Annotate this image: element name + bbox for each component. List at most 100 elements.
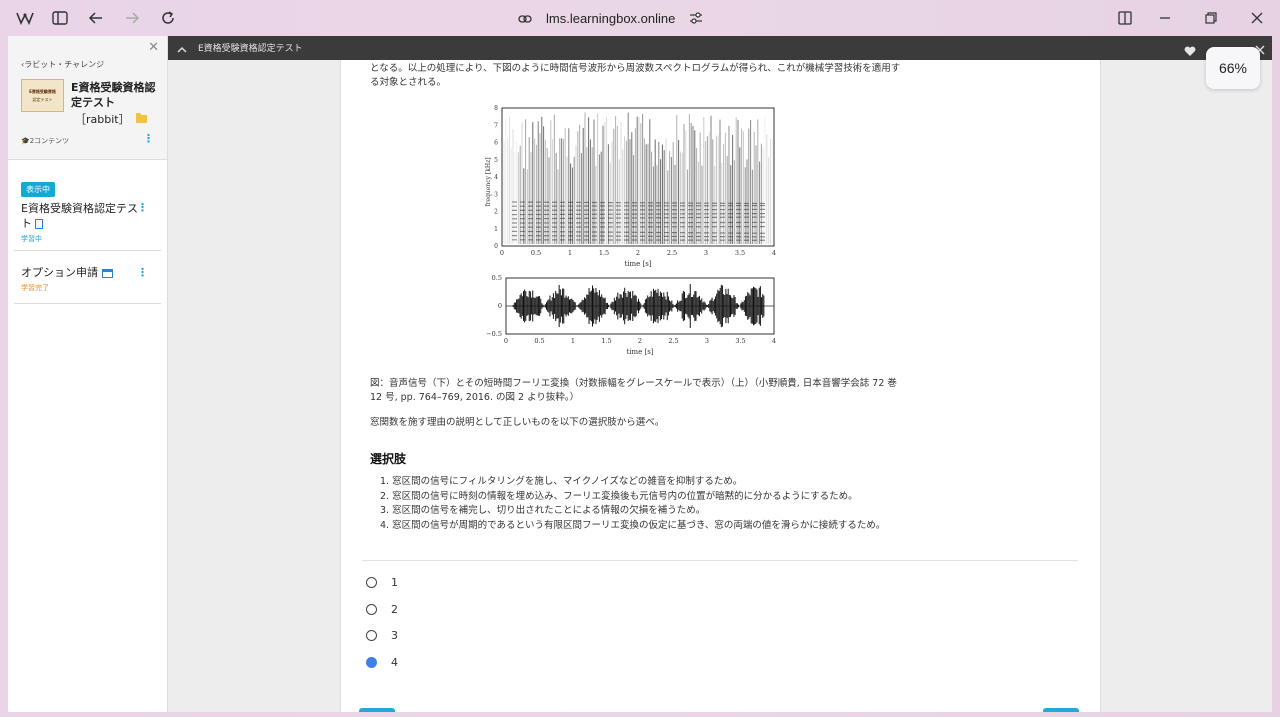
content-header-title: E資格受験資格認定テスト — [198, 44, 303, 54]
divider — [362, 560, 1078, 561]
xtick-label: 3 — [705, 337, 709, 345]
figure-caption: 図：音声信号（下）とその短時間フーリエ変換（対数振幅をグレースケールで表示）（上… — [370, 378, 897, 403]
radio-button-selected[interactable] — [366, 657, 377, 668]
close-window-icon[interactable] — [1248, 9, 1266, 27]
xtick-label: 0 — [500, 249, 504, 257]
course-title: E資格受験資格認定テスト — [71, 81, 156, 109]
xtick-label: 2.5 — [667, 249, 677, 257]
item-menu-icon[interactable]: ⋮ — [137, 267, 148, 278]
choice-item: 4. 窓区間の信号が周期的であるという有限区間フーリエ変換の仮定に基づき、窓の両… — [380, 519, 886, 531]
ytick-label: 7 — [494, 122, 498, 129]
ytick-label: 3 — [494, 191, 498, 198]
spectrogram-xlabel: time [s] — [624, 260, 651, 268]
xtick-label: 1.5 — [599, 249, 609, 257]
xtick-label: 3.5 — [735, 249, 745, 257]
xtick-label: 3.5 — [735, 337, 745, 345]
sidebar-item-test[interactable]: 表示中 E資格受験資格認定テスト 学習中 ⋮ — [14, 160, 161, 251]
waveform-yticks: 0.5 0 −0.5 — [486, 274, 502, 338]
xtick-label: 1 — [571, 337, 575, 345]
content-count: 🎓2コンテンツ — [21, 137, 70, 145]
choices-list: 1. 窓区間の信号にフィルタリングを施し、マイクノイズなどの雑音を抑制するため。… — [380, 475, 885, 533]
graduation-cap-icon: 🎓 — [21, 137, 30, 145]
ytick-label: 0.5 — [492, 274, 502, 282]
browser-window: ✕ ‹ラビット・チャレンジ E資格受験資格 認定テスト E資格受験資格認定テスト… — [8, 36, 1272, 712]
course-sidebar: ✕ ‹ラビット・チャレンジ E資格受験資格 認定テスト E資格受験資格認定テスト… — [8, 36, 168, 712]
spectrogram-frame — [501, 107, 775, 247]
ytick-label: 2 — [494, 209, 498, 216]
radio-button[interactable] — [366, 577, 377, 588]
prev-button[interactable] — [359, 708, 395, 712]
answer-option-2[interactable]: 2 — [366, 603, 398, 616]
course-menu-icon[interactable]: ⋮ — [143, 133, 154, 144]
question-text: 窓関数を施す理由の説明として正しいものを以下の選択肢から選べ。 — [370, 417, 665, 428]
document-icon — [35, 219, 43, 229]
browser-toolbar: lms.learningbox.online — [0, 0, 1280, 36]
xtick-label: 4 — [772, 337, 776, 345]
content-header-bar: E資格受験資格認定テスト — [168, 36, 1272, 60]
split-view-icon[interactable] — [1116, 9, 1134, 27]
favorite-heart-icon[interactable] — [1184, 42, 1196, 61]
course-subtitle: ［rabbit］ — [75, 111, 147, 127]
choices-heading: 選択肢 — [370, 452, 407, 466]
answer-option-4[interactable]: 4 — [366, 656, 398, 669]
window-icon — [102, 268, 113, 278]
xtick-label: 1 — [568, 249, 572, 257]
restore-icon[interactable] — [1202, 9, 1220, 27]
course-thumbnail: E資格受験資格 認定テスト — [21, 79, 64, 112]
close-sidebar-icon[interactable]: ✕ — [148, 40, 159, 55]
reload-icon[interactable] — [159, 9, 177, 27]
next-button[interactable] — [1043, 708, 1079, 712]
choice-item: 2. 窓区間の信号に時刻の情報を埋め込み、フーリエ変換後も元信号内の位置が暗黙的… — [380, 490, 858, 502]
xtick-label: 3 — [704, 249, 708, 257]
ytick-label: 0 — [498, 302, 502, 310]
minimize-icon[interactable] — [1156, 9, 1174, 27]
waveform-xticks: 0 0.5 1 1.5 2 2.5 3 3.5 4 — [504, 337, 776, 345]
back-link[interactable]: ‹ラビット・チャレンジ — [21, 59, 104, 70]
browser-logo-icon[interactable] — [16, 9, 34, 27]
url-text[interactable]: lms.learningbox.online — [546, 11, 675, 26]
xtick-label: 2 — [638, 337, 642, 345]
xtick-label: 0.5 — [531, 249, 541, 257]
back-arrow-icon[interactable] — [87, 9, 105, 27]
ytick-label: 6 — [494, 140, 498, 147]
choice-item: 1. 窓区間の信号にフィルタリングを施し、マイクノイズなどの雑音を抑制するため。 — [380, 476, 743, 487]
link-icon — [518, 9, 532, 28]
sidebar-item-label[interactable]: オプション申請 — [21, 266, 98, 279]
xtick-label: 2.5 — [668, 337, 678, 345]
spectrogram-ylabel: frequency [kHz] — [485, 157, 492, 206]
collapse-chevron-icon[interactable] — [176, 41, 188, 60]
spectrogram-figure: frequency [kHz] 8 7 6 5 4 3 2 1 0 0 0.5 1 1.5 2 2.5 3 3… — [485, 105, 776, 356]
current-badge: 表示中 — [21, 182, 55, 197]
folder-icon — [135, 113, 147, 123]
ytick-label: 8 — [494, 105, 498, 112]
radio-button[interactable] — [366, 604, 377, 615]
address-bar[interactable]: lms.learningbox.online — [518, 8, 703, 28]
course-header: ✕ ‹ラビット・チャレンジ E資格受験資格 認定テスト E資格受験資格認定テスト… — [8, 36, 167, 160]
ytick-label: −0.5 — [486, 330, 502, 338]
spectrogram-yticks: 8 7 6 5 4 3 2 1 0 — [494, 105, 498, 250]
choice-item: 3. 窓区間の信号を補完し、切り出されたことによる情報の欠損を補うため。 — [380, 505, 706, 516]
ytick-label: 4 — [494, 174, 498, 181]
status-label: 学習完了 — [21, 284, 49, 292]
site-settings-icon[interactable] — [689, 9, 703, 28]
status-label: 学習中 — [21, 235, 42, 243]
intro-text: となる。以上の処理により、下図のように時間信号波形から周波数スペクトログラムが得… — [370, 63, 901, 88]
sidebar-toggle-icon[interactable] — [51, 9, 69, 27]
zoom-level-indicator: 66% — [1206, 47, 1260, 89]
xtick-label: 0.5 — [534, 337, 544, 345]
radio-button[interactable] — [366, 630, 377, 641]
spectrogram-xticks: 0 0.5 1 1.5 2 2.5 3 3.5 4 — [500, 249, 776, 257]
sidebar-item-option[interactable]: オプション申請 学習完了 ⋮ — [14, 251, 161, 304]
ytick-label: 0 — [494, 243, 498, 250]
xtick-label: 4 — [772, 249, 776, 257]
answer-option-3[interactable]: 3 — [366, 629, 398, 642]
forward-arrow-icon[interactable] — [123, 9, 141, 27]
xtick-label: 2 — [636, 249, 640, 257]
xtick-label: 1.5 — [601, 337, 611, 345]
item-menu-icon[interactable]: ⋮ — [137, 202, 148, 213]
ytick-label: 5 — [494, 157, 498, 164]
waveform-xlabel: time [s] — [626, 348, 653, 356]
ytick-label: 1 — [494, 226, 498, 233]
answer-option-1[interactable]: 1 — [366, 576, 398, 589]
xtick-label: 0 — [504, 337, 508, 345]
